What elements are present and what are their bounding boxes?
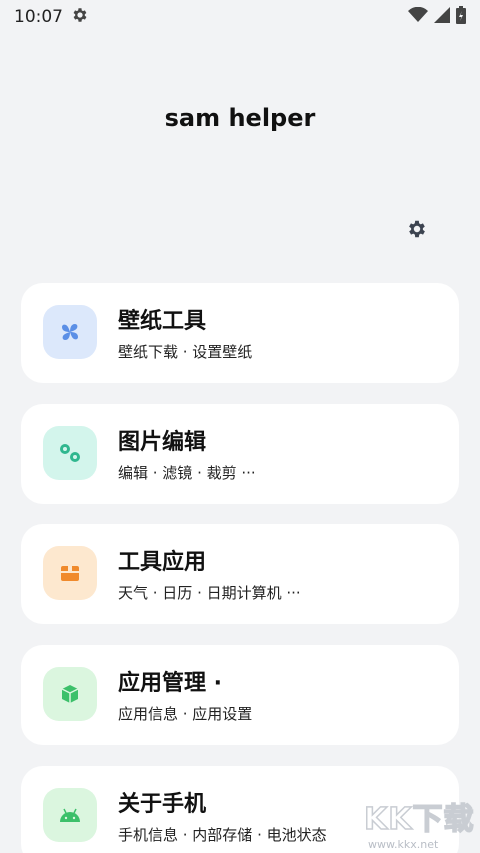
card-subtitle: 应用信息 · 应用设置 [118,705,253,723]
gears-icon [60,444,80,462]
card-icon-bg [43,788,97,842]
card-icon-bg [43,426,97,480]
card-wallpaper-tools[interactable]: 壁纸工具 壁纸下载 · 设置壁纸 [21,283,459,383]
card-title: 图片编辑 [118,430,207,455]
gear-icon [409,220,425,238]
card-subtitle: 手机信息 · 内部存储 · 电池状态 [118,826,327,844]
card-tool-apps[interactable]: 工具应用 天气 · 日历 · 日期计算机 ··· [21,524,459,624]
cube-icon [61,685,79,703]
card-icon-bg [43,305,97,359]
card-subtitle: 编辑 · 滤镜 · 裁剪 ··· [118,464,256,482]
watermark: KK下载 www.kkx.net [360,792,480,853]
card-title: 关于手机 [118,792,207,817]
card-subtitle: 天气 · 日历 · 日期计算机 ··· [118,584,301,602]
fan-icon [62,324,78,340]
status-right [408,6,466,28]
card-subtitle: 壁纸下载 · 设置壁纸 [118,343,253,361]
settings-status-icon [71,6,89,28]
wifi-icon [408,6,428,27]
card-title: 工具应用 [118,550,207,575]
box-icon [61,566,79,581]
watermark-text: KK下载 [363,801,475,838]
card-title: 壁纸工具 [118,309,207,334]
card-title: 应用管理 · [118,671,223,696]
battery-icon [456,6,466,28]
status-time: 10:07 [14,7,63,27]
status-bar: 10:07 [0,0,480,34]
signal-icon [434,7,450,27]
status-left: 10:07 [14,6,89,28]
card-app-management[interactable]: 应用管理 · 应用信息 · 应用设置 [21,645,459,745]
card-icon-bg [43,546,97,600]
watermark-url: www.kkx.net [368,838,439,851]
android-icon [60,808,80,822]
app-title: sam helper [164,104,316,132]
card-image-editing[interactable]: 图片编辑 编辑 · 滤镜 · 裁剪 ··· [21,404,459,504]
card-icon-bg [43,667,97,721]
settings-button[interactable] [404,216,430,242]
